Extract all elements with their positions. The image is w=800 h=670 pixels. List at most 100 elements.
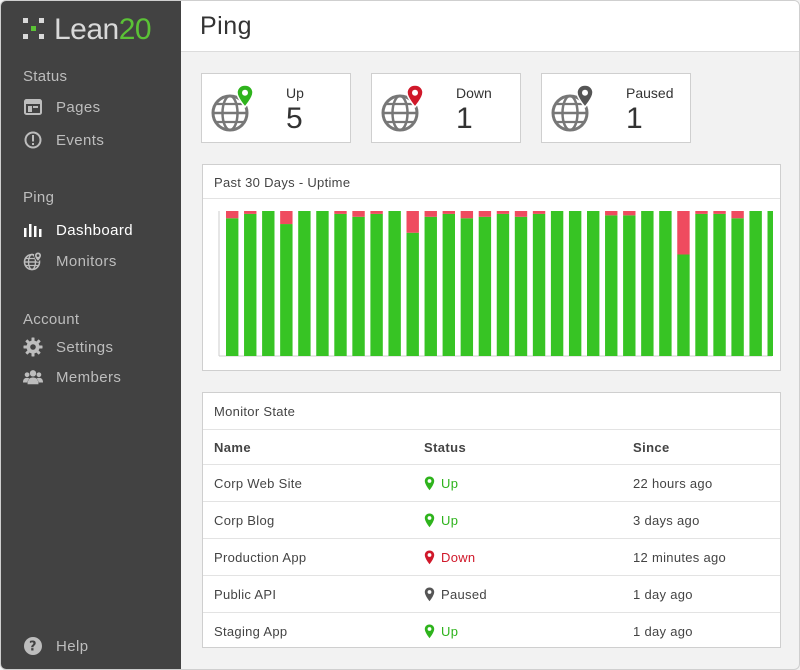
uptime-bar-up[interactable] [695,213,708,356]
column-header-since[interactable]: Since [633,429,780,465]
uptime-bar-down[interactable] [244,211,257,214]
globe-pin-icon [211,84,254,132]
uptime-bar-down[interactable] [496,211,510,214]
uptime-bar-down[interactable] [677,211,690,255]
column-header-status[interactable]: Status [424,429,633,465]
uptime-bar-up[interactable] [605,215,618,356]
uptime-bar-up[interactable] [713,213,726,356]
table-row[interactable]: Corp Blog Up 3 days ago [203,501,780,539]
uptime-bar-up[interactable] [677,254,690,357]
uptime-bar-up[interactable] [226,218,239,356]
stat-label: Down [456,85,492,101]
monitor-name[interactable]: Corp Blog [203,501,424,539]
sidebar-item-label: Help [56,637,89,655]
uptime-bar-down[interactable] [406,211,419,233]
sidebar-item-events[interactable]: Events [23,129,104,151]
uptime-bar-down[interactable] [442,211,455,214]
monitor-name[interactable]: Corp Web Site [203,464,424,502]
uptime-bar-down[interactable] [695,211,708,214]
map-pin-icon [424,587,435,601]
sidebar-item-pages[interactable]: Pages [23,96,101,118]
uptime-bar-up[interactable] [316,211,329,356]
uptime-bar-up[interactable] [280,224,293,356]
sidebar-item-monitors[interactable]: Monitors [23,250,117,272]
sidebar-item-settings[interactable]: Settings [23,336,113,358]
uptime-bar-down[interactable] [370,211,383,214]
uptime-bar-up[interactable] [731,218,744,356]
stat-card-up[interactable]: Up 5 [201,73,351,143]
app-window: Lean20 Status Pages Events Ping Dashboar… [0,0,800,670]
table-row[interactable]: Production App Down 12 minutes ago [203,538,780,576]
monitor-since: 12 minutes ago [633,538,780,576]
uptime-bar-up[interactable] [370,213,383,356]
monitor-since: 22 hours ago [633,464,780,502]
status-text: Down [441,549,476,565]
map-pin-icon [424,624,435,638]
uptime-bar-up[interactable] [496,213,510,356]
panel-title: Monitor State [214,404,296,419]
monitor-name[interactable]: Production App [203,538,424,576]
sidebar-item-members[interactable]: Members [23,366,121,388]
uptime-bar-down[interactable] [623,211,636,216]
uptime-bar-up[interactable] [641,211,654,356]
page-header: Ping [181,1,799,52]
uptime-bar-up[interactable] [587,211,600,356]
table-row[interactable]: Staging App Up 1 day ago [203,612,780,650]
uptime-bar-up[interactable] [623,215,636,356]
globe-pin-icon [23,251,43,271]
sidebar-item-dashboard[interactable]: Dashboard [23,219,133,241]
map-pin-icon [424,513,435,527]
uptime-bar-down[interactable] [334,211,347,214]
uptime-bar-up[interactable] [442,213,455,356]
uptime-bar-up[interactable] [514,216,528,356]
monitor-status-cell: Down [424,538,633,576]
sidebar-item-label: Dashboard [56,221,133,239]
uptime-bar-up[interactable] [460,218,474,356]
stat-card-paused[interactable]: Paused 1 [541,73,691,143]
status-text: Up [441,623,459,639]
page-title: Ping [200,12,253,40]
uptime-bar-down[interactable] [605,211,618,216]
uptime-bar-down[interactable] [280,211,293,225]
stat-card-down[interactable]: Down 1 [371,73,521,143]
uptime-bar-up[interactable] [424,216,437,356]
uptime-bar-up[interactable] [568,211,582,356]
uptime-bar-down[interactable] [532,211,546,214]
uptime-bar-down[interactable] [460,211,474,219]
panel-title: Past 30 Days - Uptime [214,175,351,190]
sidebar: Lean20 Status Pages Events Ping Dashboar… [1,1,181,669]
uptime-bar-up[interactable] [352,216,365,356]
sidebar-item-label: Settings [56,338,114,356]
monitor-status-cell: Up [424,464,633,502]
stat-value: 1 [456,102,473,135]
uptime-bar-up[interactable] [388,211,401,356]
uptime-bar-up[interactable] [659,211,672,356]
uptime-bar-up[interactable] [334,213,347,356]
table-row[interactable]: Public API Paused 1 day ago [203,575,780,613]
sidebar-item-help[interactable]: ? Help [23,635,88,657]
column-header-name[interactable]: Name [203,429,424,465]
sidebar-item-label: Members [56,368,122,386]
uptime-bar-down[interactable] [226,211,239,219]
uptime-bar-up[interactable] [262,211,275,356]
monitor-name[interactable]: Public API [203,575,424,613]
uptime-bar-up[interactable] [478,216,492,356]
uptime-bar-down[interactable] [352,211,365,217]
monitor-name[interactable]: Staging App [203,612,424,650]
logo[interactable]: Lean20 [23,13,152,46]
monitor-status-cell: Up [424,501,633,539]
uptime-bar-up[interactable] [298,211,311,356]
uptime-bar-down[interactable] [514,211,528,217]
uptime-bar-up[interactable] [767,211,774,356]
uptime-bar-down[interactable] [731,211,744,219]
table-row[interactable]: Corp Web Site Up 22 hours ago [203,464,780,502]
uptime-bar-down[interactable] [478,211,492,217]
table-header-row: Name Status Since [203,429,780,465]
uptime-bar-down[interactable] [713,211,726,214]
uptime-bar-up[interactable] [749,211,762,356]
uptime-bar-up[interactable] [406,232,419,356]
uptime-bar-up[interactable] [244,213,257,356]
uptime-bar-up[interactable] [532,213,546,356]
uptime-bar-up[interactable] [550,211,564,356]
uptime-bar-down[interactable] [424,211,437,217]
